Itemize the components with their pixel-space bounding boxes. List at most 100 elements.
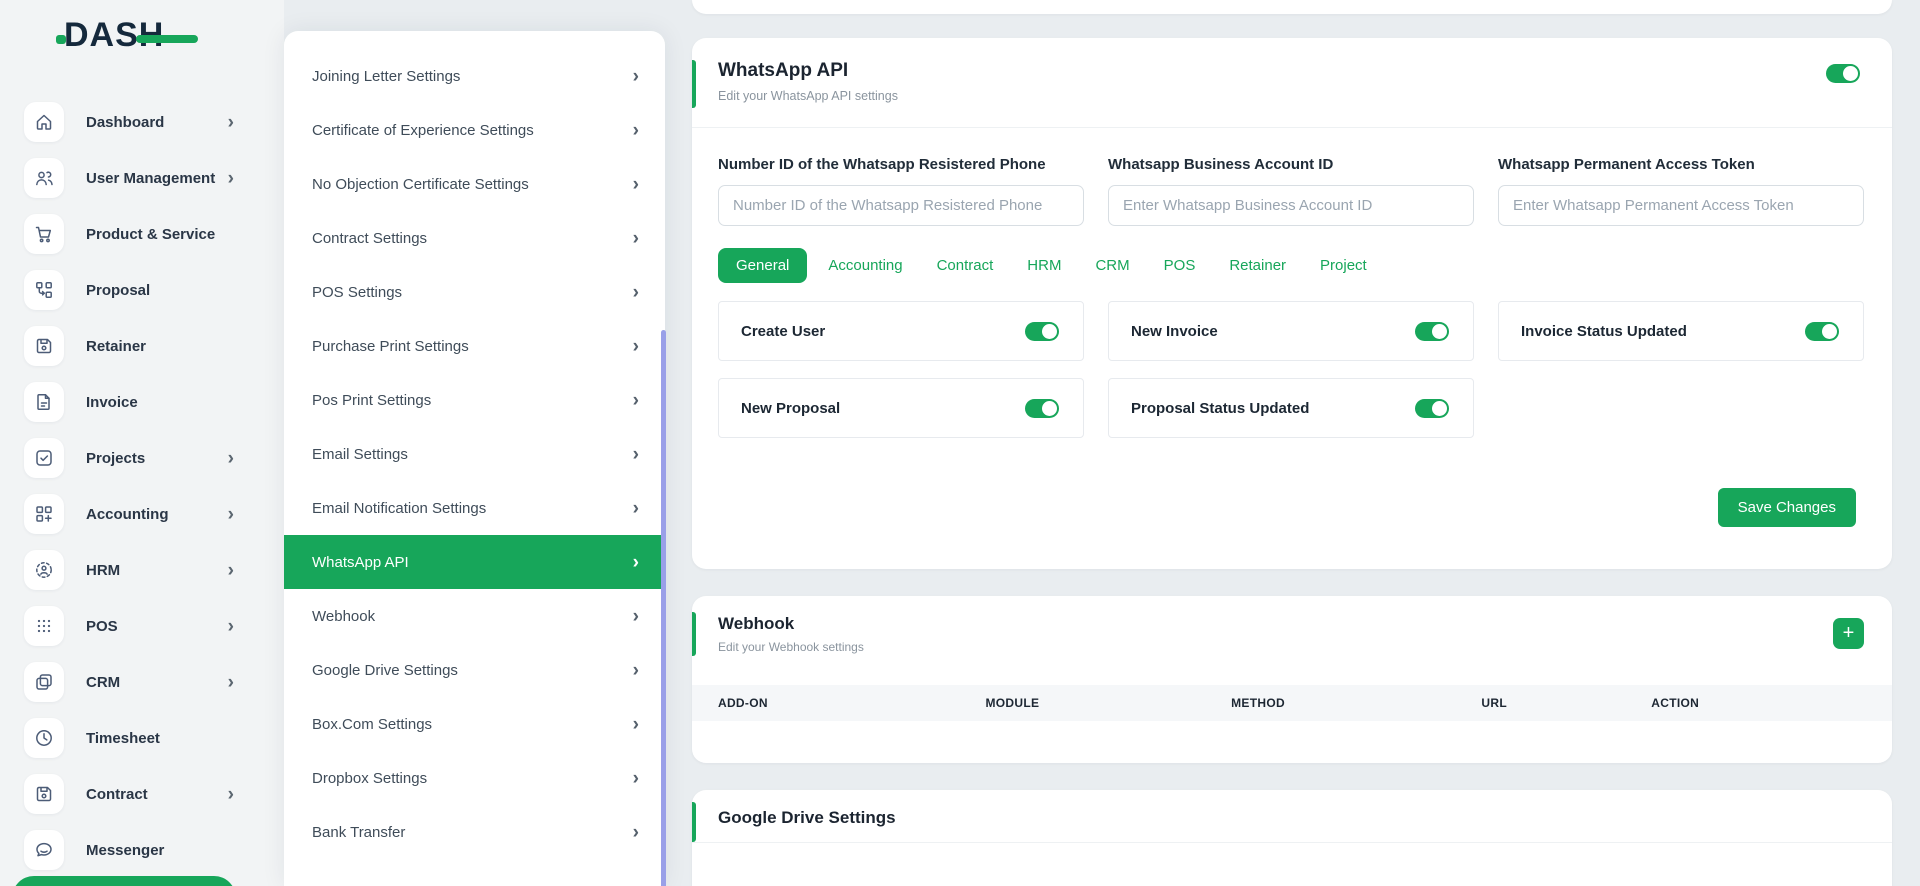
webhook-column-module: MODULE xyxy=(985,696,1231,710)
google-drive-section-title: Google Drive Settings xyxy=(718,808,1864,828)
logo-dash-icon xyxy=(136,35,198,43)
toggle-card-invoice-status-updated: Invoice Status Updated xyxy=(1498,301,1864,361)
sidebar-item-user-management[interactable]: User Management › xyxy=(0,150,284,206)
chevron-right-icon: › xyxy=(633,121,639,140)
sidebar-item-pos[interactable]: POS› xyxy=(0,598,284,654)
settings-menu-item-email-notification-settings[interactable]: Email Notification Settings› xyxy=(284,481,665,535)
sidebar-item-label: Contract xyxy=(86,786,148,803)
settings-menu-item-certificate-of-experience-settings[interactable]: Certificate of Experience Settings › xyxy=(284,103,665,157)
save-row: Save Changes xyxy=(692,438,1892,527)
settings-menu-item-label: Certificate of Experience Settings xyxy=(312,122,534,139)
chevron-right-icon: › xyxy=(633,607,639,626)
google-drive-card-header: Google Drive Settings xyxy=(692,790,1892,843)
app-root: DASH Dashboard› User Management › Product &… xyxy=(0,0,1920,886)
sidebar-item-retainer[interactable]: Retainer xyxy=(0,318,284,374)
tab-contract[interactable]: Contract xyxy=(924,248,1007,283)
chevron-right-icon: › xyxy=(633,823,639,842)
webhook-column-url: URL xyxy=(1481,696,1651,710)
sidebar-bottom-button[interactable] xyxy=(12,876,236,886)
form-field-whatsapp-business-account-id: Whatsapp Business Account ID xyxy=(1108,156,1474,226)
whatsapp-notification-toggles: Create UserNew InvoiceInvoice Status Upd… xyxy=(692,283,1892,438)
green-accent-bar xyxy=(692,802,696,842)
sidebar-item-label: CRM xyxy=(86,674,120,691)
chevron-right-icon: › xyxy=(228,113,234,132)
sidebar-item-label: Accounting xyxy=(86,506,169,523)
chevron-right-icon: › xyxy=(633,769,639,788)
tab-accounting[interactable]: Accounting xyxy=(815,248,915,283)
sidebar-item-invoice[interactable]: Invoice xyxy=(0,374,284,430)
chevron-right-icon: › xyxy=(633,283,639,302)
whatsapp-business-account-id-input[interactable] xyxy=(1108,185,1474,226)
settings-menu: Joining Letter Settings›Certificate of E… xyxy=(284,31,665,859)
settings-menu-item-label: WhatsApp API xyxy=(312,554,409,571)
sidebar-item-messenger[interactable]: Messenger xyxy=(0,822,284,878)
settings-menu-item-joining-letter-settings[interactable]: Joining Letter Settings› xyxy=(284,49,665,103)
green-accent-bar xyxy=(692,612,696,656)
new-invoice-toggle[interactable] xyxy=(1415,322,1449,341)
settings-menu-item-box-com-settings[interactable]: Box.Com Settings› xyxy=(284,697,665,751)
chevron-right-icon: › xyxy=(228,169,234,188)
google-drive-card: Google Drive Settings xyxy=(692,790,1892,886)
sidebar-item-label: User Management xyxy=(86,170,215,187)
settings-menu-item-google-drive-settings[interactable]: Google Drive Settings› xyxy=(284,643,665,697)
sidebar-item-label: Messenger xyxy=(86,842,164,859)
chevron-right-icon: › xyxy=(633,337,639,356)
settings-menu-item-webhook[interactable]: Webhook› xyxy=(284,589,665,643)
floppy-icon xyxy=(24,774,64,814)
proposal-status-updated-toggle[interactable] xyxy=(1415,399,1449,418)
sidebar-item-label: Timesheet xyxy=(86,730,160,747)
settings-menu-item-label: Email Settings xyxy=(312,446,408,463)
checkbox-icon xyxy=(24,438,64,478)
app-logo: DASH xyxy=(64,16,214,60)
add-webhook-button[interactable]: + xyxy=(1833,618,1864,649)
sidebar-item-proposal[interactable]: Proposal xyxy=(0,262,284,318)
settings-menu-item-pos-settings[interactable]: POS Settings › xyxy=(284,265,665,319)
chevron-right-icon: › xyxy=(633,661,639,680)
tab-project[interactable]: Project xyxy=(1307,248,1380,283)
sidebar-item-product-service[interactable]: Product & Service xyxy=(0,206,284,262)
whatsapp-permanent-access-token-input[interactable] xyxy=(1498,185,1864,226)
settings-menu-item-pos-print-settings[interactable]: Pos Print Settings› xyxy=(284,373,665,427)
webhook-column-add-on: ADD-ON xyxy=(718,696,985,710)
settings-menu-item-dropbox-settings[interactable]: Dropbox Settings › xyxy=(284,751,665,805)
settings-menu-item-label: Pos Print Settings xyxy=(312,392,431,409)
tab-crm[interactable]: CRM xyxy=(1082,248,1142,283)
sidebar-item-accounting[interactable]: Accounting› xyxy=(0,486,284,542)
create-user-toggle[interactable] xyxy=(1025,322,1059,341)
sidebar-item-hrm[interactable]: HRM› xyxy=(0,542,284,598)
number-id-of-the-whatsapp-resistered-phone-input[interactable] xyxy=(718,185,1084,226)
new-proposal-toggle[interactable] xyxy=(1025,399,1059,418)
sidebar-item-timesheet[interactable]: Timesheet xyxy=(0,710,284,766)
chevron-right-icon: › xyxy=(633,553,639,572)
logo-dot-icon xyxy=(56,35,66,44)
settings-menu-item-bank-transfer[interactable]: Bank Transfer› xyxy=(284,805,665,859)
clock-icon xyxy=(24,718,64,758)
whatsapp-api-card: WhatsApp API Edit your WhatsApp API sett… xyxy=(692,38,1892,569)
settings-menu-item-label: Purchase Print Settings xyxy=(312,338,469,355)
sidebar: DASH Dashboard› User Management › Product &… xyxy=(0,0,284,886)
toggle-label: Invoice Status Updated xyxy=(1521,323,1687,340)
tab-pos[interactable]: POS xyxy=(1151,248,1209,283)
settings-menu-item-email-settings[interactable]: Email Settings› xyxy=(284,427,665,481)
tab-hrm[interactable]: HRM xyxy=(1014,248,1074,283)
settings-menu-item-no-objection-certificate-settings[interactable]: No Objection Certificate Settings› xyxy=(284,157,665,211)
invoice-status-updated-toggle[interactable] xyxy=(1805,322,1839,341)
settings-menu-item-whatsapp-api[interactable]: WhatsApp API › xyxy=(284,535,665,589)
sidebar-item-crm[interactable]: CRM› xyxy=(0,654,284,710)
copy-icon xyxy=(24,662,64,702)
users-icon xyxy=(24,158,64,198)
settings-menu-item-label: Dropbox Settings xyxy=(312,770,427,787)
settings-panel-scrollbar[interactable] xyxy=(661,330,666,886)
tab-general[interactable]: General xyxy=(718,248,807,283)
sidebar-item-contract[interactable]: Contract› xyxy=(0,766,284,822)
sidebar-item-label: HRM xyxy=(86,562,120,579)
settings-menu-item-label: POS Settings xyxy=(312,284,402,301)
save-changes-button[interactable]: Save Changes xyxy=(1718,488,1856,527)
settings-menu-item-contract-settings[interactable]: Contract Settings› xyxy=(284,211,665,265)
sidebar-item-dashboard[interactable]: Dashboard› xyxy=(0,94,284,150)
chevron-right-icon: › xyxy=(633,229,639,248)
whatsapp-enable-toggle[interactable] xyxy=(1826,64,1860,83)
settings-menu-item-purchase-print-settings[interactable]: Purchase Print Settings › xyxy=(284,319,665,373)
tab-retainer[interactable]: Retainer xyxy=(1216,248,1299,283)
sidebar-item-projects[interactable]: Projects› xyxy=(0,430,284,486)
